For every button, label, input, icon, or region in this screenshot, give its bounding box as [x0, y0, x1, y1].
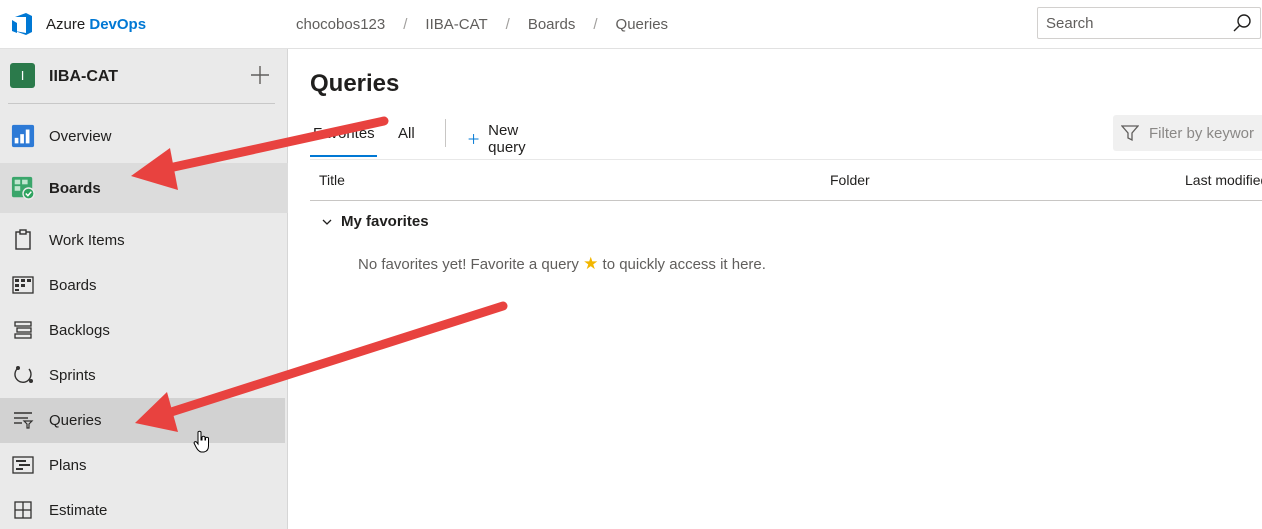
sidebar-item-label: Backlogs — [49, 322, 110, 339]
sidebar-item-label: Overview — [49, 128, 112, 145]
sidebar-item-plans[interactable]: Plans — [0, 443, 288, 488]
hand-cursor-icon — [193, 430, 209, 453]
sidebar: I IIBA-CAT Overview Boards Work Items Bo… — [0, 49, 288, 529]
new-query-label: New query — [488, 122, 526, 156]
star-icon: ★ — [583, 254, 599, 273]
brand-prefix: Azure — [46, 15, 86, 33]
breadcrumb-separator: / — [403, 15, 408, 33]
tab-selected-indicator — [310, 155, 377, 157]
chevron-down-icon[interactable] — [322, 217, 332, 227]
sidebar-item-boards[interactable]: Boards — [0, 263, 288, 308]
azure-devops-logo-icon — [12, 13, 32, 35]
tab-favorites[interactable]: Favorites — [313, 125, 375, 142]
add-icon[interactable] — [248, 63, 272, 87]
column-header-folder[interactable]: Folder — [830, 172, 870, 188]
filter-icon — [1121, 125, 1139, 142]
sidebar-item-queries[interactable]: Queries — [0, 398, 285, 443]
tab-divider — [445, 119, 446, 147]
sidebar-item-label: Work Items — [49, 232, 125, 249]
sprints-icon — [11, 363, 35, 387]
sidebar-item-work-items[interactable]: Work Items — [0, 218, 288, 263]
plans-icon — [11, 453, 35, 477]
work-items-icon — [11, 228, 35, 252]
backlogs-icon — [11, 318, 35, 342]
overview-icon — [11, 124, 35, 148]
filter-input[interactable]: Filter by keywor — [1149, 125, 1254, 142]
plus-icon — [468, 134, 479, 144]
breadcrumb: chocobos123 / IIBA-CAT / Boards / Querie… — [296, 16, 668, 33]
breadcrumb-org[interactable]: chocobos123 — [296, 16, 385, 33]
queries-icon — [11, 408, 35, 432]
sidebar-item-label: Sprints — [49, 367, 96, 384]
boards-grid-icon — [11, 273, 35, 297]
divider — [310, 159, 1262, 160]
brand[interactable]: Azure DevOps — [0, 11, 288, 37]
sidebar-divider — [8, 103, 275, 104]
new-query-button[interactable]: New query — [468, 122, 533, 156]
top-bar: Azure DevOps chocobos123 / IIBA-CAT / Bo… — [0, 0, 1262, 49]
breadcrumb-separator: / — [593, 15, 598, 33]
sidebar-item-overview[interactable]: Overview — [0, 114, 288, 159]
header-divider — [310, 200, 1262, 201]
sidebar-item-label: Queries — [49, 412, 102, 429]
group-label: My favorites — [341, 213, 429, 230]
search-input[interactable]: Search — [1046, 15, 1232, 32]
breadcrumb-boards[interactable]: Boards — [528, 16, 576, 33]
sidebar-item-label: Boards — [49, 179, 101, 197]
sidebar-item-estimate[interactable]: Estimate — [0, 488, 288, 529]
main-content: Queries Favorites All New query Filter b… — [289, 49, 1262, 529]
estimate-icon — [11, 498, 35, 522]
empty-suffix: to quickly access it here. — [602, 256, 766, 273]
empty-prefix: No favorites yet! Favorite a query — [358, 256, 579, 273]
column-header-title[interactable]: Title — [319, 172, 345, 188]
brand-title: Azure DevOps — [46, 16, 146, 33]
sidebar-item-label: Boards — [49, 277, 97, 294]
tab-all[interactable]: All — [398, 125, 415, 142]
sidebar-item-label: Estimate — [49, 502, 108, 519]
sidebar-item-backlogs[interactable]: Backlogs — [0, 308, 288, 353]
breadcrumb-queries[interactable]: Queries — [616, 16, 669, 33]
project-name[interactable]: IIBA-CAT — [49, 68, 118, 86]
column-header-last-modified[interactable]: Last modified — [1185, 172, 1262, 188]
page-title: Queries — [310, 70, 400, 97]
breadcrumb-project[interactable]: IIBA-CAT — [425, 16, 487, 33]
sidebar-item-label: Plans — [49, 457, 87, 474]
search-box[interactable]: Search — [1037, 7, 1261, 39]
boards-hub-icon — [11, 176, 35, 200]
filter-box[interactable]: Filter by keywor — [1113, 115, 1262, 151]
brand-name: DevOps — [89, 15, 147, 33]
empty-state-message: No favorites yet! Favorite a query ★ to … — [358, 254, 766, 274]
project-avatar[interactable]: I — [10, 63, 35, 88]
search-icon[interactable] — [1232, 13, 1252, 33]
project-header: I IIBA-CAT — [0, 49, 288, 104]
sidebar-item-sprints[interactable]: Sprints — [0, 353, 288, 398]
sidebar-item-boards-hub[interactable]: Boards — [0, 163, 288, 213]
group-my-favorites[interactable]: My favorites — [322, 213, 429, 230]
breadcrumb-separator: / — [505, 15, 510, 33]
